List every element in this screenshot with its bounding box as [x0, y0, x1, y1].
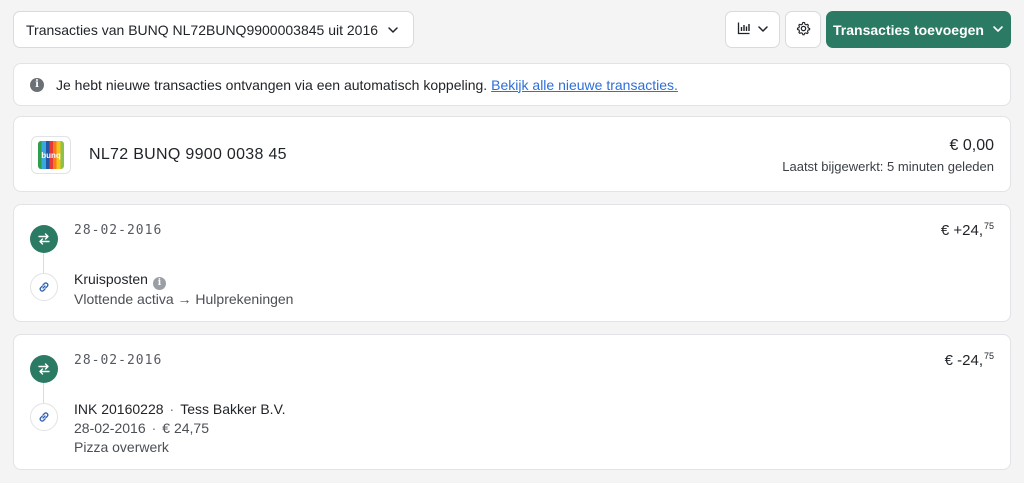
add-transactions-label: Transacties toevoegen	[833, 21, 984, 38]
transfer-arrows-icon	[30, 225, 58, 253]
transaction-date: 28-02-2016	[74, 223, 163, 238]
category-title: Kruisposten	[74, 271, 148, 287]
booked-amount: € 24,75	[162, 420, 210, 436]
transaction-reference-line: INK 20160228 · Tess Bakker B.V.	[74, 401, 286, 417]
transaction-amount: € +24,75	[940, 221, 994, 239]
chart-view-button[interactable]	[725, 11, 780, 48]
category-path: Vlottende activa → Hulprekeningen	[74, 291, 294, 307]
bank-account-card: bunq NL72 BUNQ 9900 0038 45 € 0,00 Laats…	[13, 116, 1011, 192]
add-transactions-button[interactable]: Transacties toevoegen	[826, 11, 1011, 48]
link-icon[interactable]	[30, 403, 58, 431]
separator: ·	[169, 401, 175, 417]
transaction-description: Pizza overwerk	[74, 439, 169, 455]
account-year-select[interactable]: Transacties van BUNQ NL72BUNQ9900003845 …	[13, 11, 414, 48]
transaction-amount: € -24,75	[944, 351, 994, 369]
transaction-card[interactable]: 28-02-2016 € -24,75 INK 20160228 · Tess Ba…	[13, 334, 1011, 470]
account-year-select-label: Transacties van BUNQ NL72BUNQ9900003845 …	[26, 21, 379, 38]
account-balance: € 0,00	[949, 137, 994, 154]
separator: ·	[151, 420, 157, 436]
info-icon[interactable]: i	[152, 276, 166, 290]
timeline-connector	[43, 383, 44, 403]
bar-chart-icon	[737, 21, 751, 38]
transaction-amount-cents: 75	[983, 221, 994, 231]
new-transactions-notice: i Je hebt nieuwe transacties ontvangen v…	[13, 63, 1011, 106]
booked-date: 28-02-2016	[74, 420, 146, 436]
counterparty: Tess Bakker B.V.	[180, 401, 286, 417]
booking-details-line: 28-02-2016 · € 24,75	[74, 420, 209, 436]
gear-icon	[796, 21, 811, 39]
transaction-reference: INK 20160228	[74, 401, 164, 417]
link-icon[interactable]	[30, 273, 58, 301]
account-iban: NL72 BUNQ 9900 0038 45	[89, 146, 287, 163]
chevron-down-icon	[387, 24, 399, 36]
bunq-logo: bunq	[31, 136, 71, 174]
transfer-arrows-icon	[30, 355, 58, 383]
last-updated-text: Laatst bijgewerkt: 5 minuten geleden	[782, 159, 994, 174]
notice-text: Je hebt nieuwe transacties ontvangen via…	[56, 76, 488, 93]
info-icon: i	[30, 77, 44, 92]
bunq-logo-mark: bunq	[38, 141, 64, 169]
transaction-amount-cents: 75	[983, 351, 994, 361]
transaction-category: Kruisposten i	[74, 271, 166, 290]
view-new-transactions-link[interactable]: Bekijk alle nieuwe transacties.	[491, 77, 678, 93]
transaction-amount-main: € +24,	[940, 222, 983, 239]
account-balance-block: € 0,00 Laatst bijgewerkt: 5 minuten gele…	[782, 137, 994, 174]
timeline-connector	[43, 253, 44, 273]
transaction-amount-main: € -24,	[944, 352, 983, 369]
chevron-down-icon	[757, 22, 769, 38]
chevron-down-icon	[992, 22, 1004, 38]
settings-button[interactable]	[785, 11, 821, 48]
transaction-card[interactable]: 28-02-2016 € +24,75 Kruisposten i Vlotten…	[13, 204, 1011, 322]
transaction-date: 28-02-2016	[74, 353, 163, 368]
